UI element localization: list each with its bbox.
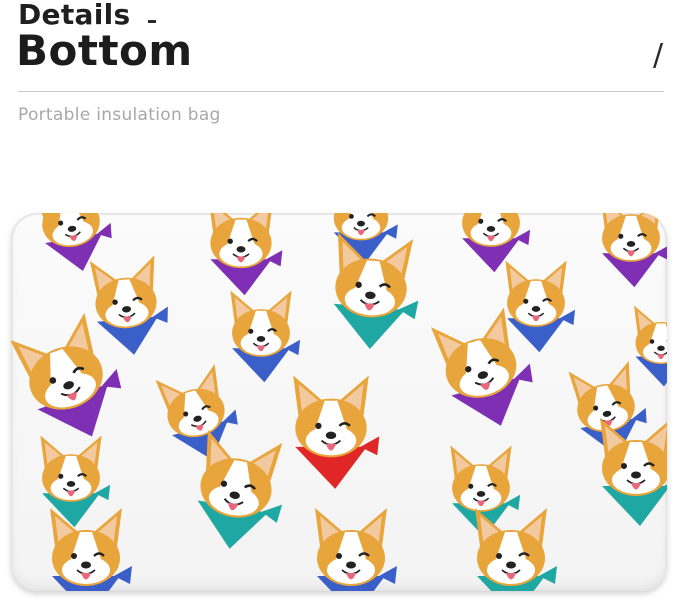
header-divider xyxy=(18,91,664,92)
corgi-face xyxy=(505,260,576,353)
corgi-face xyxy=(475,508,557,591)
corgi-face xyxy=(89,255,168,355)
corgi-face xyxy=(293,375,380,489)
corgi-pattern-mat-image xyxy=(11,213,667,591)
corgi-face xyxy=(333,232,419,350)
corgi-face xyxy=(600,418,667,526)
dash-mark xyxy=(148,20,156,23)
page-title: Bottom xyxy=(16,26,193,75)
details-header: Details Bottom / Portable insulation bag xyxy=(0,0,679,130)
product-subtitle: Portable insulation bag xyxy=(18,105,221,125)
corgi-pattern xyxy=(11,213,667,591)
corgi-face xyxy=(33,213,112,271)
corgi-face xyxy=(602,213,667,288)
corgi-face xyxy=(155,364,238,460)
slash-mark: / xyxy=(653,38,664,73)
corgi-face xyxy=(50,508,132,591)
corgi-face xyxy=(230,290,301,383)
corgi-face xyxy=(315,508,397,591)
corgi-face xyxy=(210,213,283,296)
corgi-face xyxy=(462,213,531,273)
corgi-face xyxy=(634,305,667,387)
